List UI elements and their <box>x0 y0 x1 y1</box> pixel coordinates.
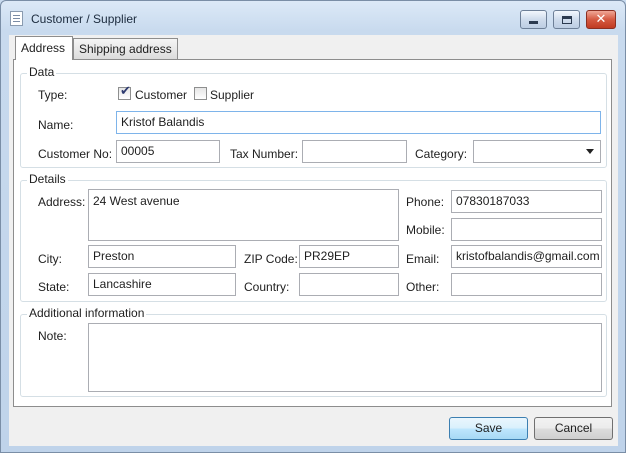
customer-no-field[interactable]: 00005 <box>116 140 220 163</box>
name-label: Name: <box>38 118 74 132</box>
minimize-button[interactable] <box>520 10 547 29</box>
name-field[interactable]: Kristof Balandis <box>116 111 601 134</box>
category-label: Category: <box>415 147 468 161</box>
mobile-label: Mobile: <box>406 223 445 237</box>
window-title: Customer / Supplier <box>31 12 138 26</box>
email-field[interactable]: kristofbalandis@gmail.com <box>451 245 602 268</box>
customer-checkbox[interactable]: ✔ <box>118 84 131 100</box>
chevron-down-icon <box>586 149 594 154</box>
tab-address[interactable]: Address <box>15 36 73 60</box>
close-button[interactable]: ✕ <box>586 10 616 29</box>
tab-page-address: Data Type: ✔ Customer Supplier Name: Kri… <box>13 59 612 407</box>
details-group: Details Address: 24 West avenue Phone: 0… <box>20 172 607 302</box>
data-group: Data Type: ✔ Customer Supplier Name: Kri… <box>20 65 607 168</box>
other-label: Other: <box>406 280 440 294</box>
tax-number-field[interactable] <box>302 140 407 163</box>
additional-information-legend: Additional information <box>27 306 147 320</box>
zip-code-label: ZIP Code: <box>244 252 298 266</box>
city-field[interactable]: Preston <box>88 245 236 268</box>
category-dropdown[interactable] <box>473 140 601 163</box>
close-icon: ✕ <box>595 12 607 27</box>
country-field[interactable] <box>299 273 399 296</box>
supplier-checkbox-label[interactable]: Supplier <box>210 88 254 102</box>
save-button[interactable]: Save <box>449 417 528 440</box>
tax-number-label: Tax Number: <box>230 147 299 161</box>
state-field[interactable]: Lancashire <box>88 273 236 296</box>
mobile-field[interactable] <box>451 218 602 241</box>
data-group-legend: Data <box>27 65 57 79</box>
details-group-legend: Details <box>27 172 68 186</box>
address-label: Address: <box>38 195 86 209</box>
note-field[interactable] <box>88 323 602 392</box>
other-field[interactable] <box>451 273 602 296</box>
phone-label: Phone: <box>406 195 445 209</box>
tab-shipping-address[interactable]: Shipping address <box>73 38 178 59</box>
state-label: State: <box>38 280 70 294</box>
window: Customer / Supplier ✕ Address Shipping a… <box>0 0 626 453</box>
country-label: Country: <box>244 280 290 294</box>
minimize-icon <box>529 21 538 24</box>
dialog-client-area: Address Shipping address Data Type: ✔ Cu… <box>9 35 618 446</box>
title-bar[interactable]: Customer / Supplier ✕ <box>1 1 625 35</box>
note-label: Note: <box>38 329 67 343</box>
city-label: City: <box>38 252 62 266</box>
maximize-icon <box>561 15 572 24</box>
type-label: Type: <box>38 88 68 102</box>
phone-field[interactable]: 07830187033 <box>451 190 602 213</box>
supplier-checkbox[interactable] <box>194 87 207 100</box>
zip-code-field[interactable]: PR29EP <box>299 245 399 268</box>
email-label: Email: <box>406 252 440 266</box>
cancel-button[interactable]: Cancel <box>534 417 613 440</box>
address-field[interactable]: 24 West avenue <box>88 189 399 241</box>
customer-no-label: Customer No: <box>38 147 113 161</box>
additional-information-group: Additional information Note: <box>20 306 607 397</box>
customer-checkbox-label[interactable]: Customer <box>135 88 187 102</box>
maximize-button[interactable] <box>553 10 580 29</box>
check-icon: ✔ <box>120 84 131 99</box>
document-icon <box>10 11 23 26</box>
